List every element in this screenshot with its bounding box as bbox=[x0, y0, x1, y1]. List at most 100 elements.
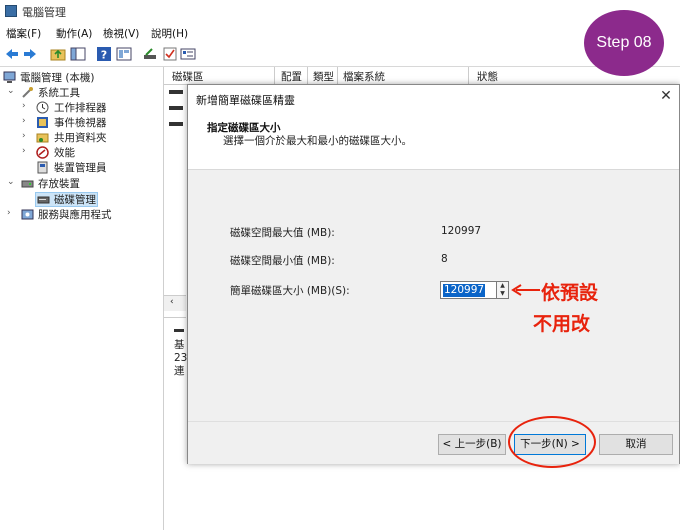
help-icon[interactable]: ? bbox=[96, 46, 112, 62]
tree-item-label: 共用資料夾 bbox=[54, 132, 107, 144]
properties-icon[interactable] bbox=[116, 46, 132, 62]
column-separator bbox=[468, 67, 469, 84]
connect-icon[interactable] bbox=[142, 46, 158, 62]
disk-row-icon[interactable] bbox=[169, 90, 183, 94]
event-log-icon bbox=[37, 117, 48, 128]
tree-item-label: 工作排程器 bbox=[54, 102, 107, 114]
expand-chevron-icon[interactable]: ⌄ bbox=[7, 177, 15, 187]
tree-item-system-tools[interactable]: ⌄ 系統工具 bbox=[7, 85, 157, 100]
column-header-type[interactable]: 類型 bbox=[313, 69, 334, 83]
column-separator bbox=[307, 67, 308, 84]
computer-icon bbox=[3, 71, 16, 83]
forward-arrow-icon[interactable] bbox=[22, 46, 38, 62]
collapsed-chevron-icon[interactable]: › bbox=[22, 116, 26, 126]
tree-item-label: 服務與應用程式 bbox=[38, 209, 112, 221]
tree-item-device-manager[interactable]: 裝置管理員 bbox=[22, 160, 162, 175]
volume-size-input[interactable]: 120997 bbox=[440, 281, 497, 299]
tree-item-performance[interactable]: › 效能 bbox=[22, 145, 162, 160]
cancel-button[interactable]: 取消 bbox=[599, 434, 673, 455]
tree-item-label: 存放裝置 bbox=[38, 178, 80, 190]
new-simple-volume-wizard: 新增簡單磁碟區精靈 ✕ 指定磁碟區大小 選擇一個介於最大和最小的磁碟區大小。 磁… bbox=[187, 84, 680, 464]
list-view-icon[interactable] bbox=[180, 46, 196, 62]
volume-size-spinner[interactable]: ▲ ▼ bbox=[497, 281, 509, 299]
tree-item-shared-folders[interactable]: › 共用資料夾 bbox=[22, 130, 162, 145]
wizard-subheading: 選擇一個介於最大和最小的磁碟區大小。 bbox=[223, 135, 412, 147]
spin-up-icon[interactable]: ▲ bbox=[497, 282, 508, 290]
close-icon[interactable]: ✕ bbox=[658, 88, 674, 104]
horizontal-scrollbar[interactable]: ‹ bbox=[164, 295, 186, 311]
menu-file[interactable]: 檔案(F) bbox=[6, 26, 41, 41]
spin-down-icon[interactable]: ▼ bbox=[497, 290, 508, 298]
min-size-label: 磁碟空間最小值 (MB): bbox=[230, 255, 335, 267]
tools-icon bbox=[22, 87, 33, 98]
services-icon bbox=[21, 209, 34, 220]
wizard-body: 磁碟空間最大值 (MB): 120997 磁碟空間最小值 (MB): 8 簡單磁… bbox=[188, 170, 679, 421]
tree-item-computer-management[interactable]: 電腦管理 (本機) bbox=[3, 70, 163, 85]
volume-size-label: 簡單磁碟區大小 (MB)(S): bbox=[230, 285, 350, 297]
disk-info-line: 23 bbox=[174, 352, 188, 364]
tree-item-label: 事件檢視器 bbox=[54, 117, 107, 129]
clock-icon bbox=[36, 101, 49, 114]
column-separator bbox=[274, 67, 275, 84]
back-button[interactable]: < 上一步(B) bbox=[438, 434, 506, 455]
tree-item-task-scheduler[interactable]: › 工作排程器 bbox=[22, 100, 162, 115]
shared-folder-icon bbox=[36, 133, 49, 143]
disk-row-icon[interactable] bbox=[169, 106, 183, 110]
tree-item-label: 電腦管理 (本機) bbox=[20, 72, 95, 84]
navigation-tree: 電腦管理 (本機) ⌄ 系統工具 › 工作排程器 › 事件檢視器 › 共用資料夾… bbox=[0, 67, 164, 530]
show-hide-tree-icon[interactable] bbox=[70, 46, 86, 62]
tree-item-storage[interactable]: ⌄ 存放裝置 bbox=[7, 176, 157, 191]
annotation-line: 不用改 bbox=[533, 313, 591, 335]
column-header-status[interactable]: 狀態 bbox=[477, 69, 498, 83]
tree-item-label: 效能 bbox=[54, 147, 75, 159]
column-header-layout[interactable]: 配置 bbox=[281, 69, 302, 83]
collapsed-chevron-icon[interactable]: › bbox=[22, 131, 26, 141]
menu-view[interactable]: 檢視(V) bbox=[103, 26, 139, 41]
computer-management-icon bbox=[5, 5, 17, 17]
device-manager-icon bbox=[37, 161, 48, 174]
storage-icon bbox=[21, 180, 34, 188]
next-button-highlight-circle bbox=[508, 416, 596, 468]
wizard-footer: < 上一步(B) 下一步(N) > 取消 bbox=[188, 421, 679, 464]
wizard-title: 新增簡單磁碟區精靈 bbox=[196, 94, 295, 107]
collapsed-chevron-icon[interactable]: › bbox=[22, 146, 26, 156]
max-size-value: 120997 bbox=[441, 225, 482, 237]
disk-row-icon[interactable] bbox=[169, 122, 183, 126]
check-list-icon[interactable] bbox=[162, 46, 178, 62]
tree-item-label: 磁碟管理 bbox=[54, 194, 96, 206]
collapsed-chevron-icon[interactable]: › bbox=[22, 101, 26, 111]
min-size-value: 8 bbox=[441, 253, 448, 265]
tree-item-services[interactable]: › 服務與應用程式 bbox=[7, 207, 157, 222]
max-size-label: 磁碟空間最大值 (MB): bbox=[230, 227, 335, 239]
disk-icon bbox=[174, 329, 184, 332]
toolbar: ? bbox=[0, 42, 680, 67]
collapsed-chevron-icon[interactable]: › bbox=[7, 208, 11, 218]
tree-item-label: 裝置管理員 bbox=[54, 162, 107, 174]
tree-item-label: 系統工具 bbox=[38, 87, 80, 99]
scroll-left-icon[interactable]: ‹ bbox=[170, 297, 174, 307]
back-arrow-icon[interactable] bbox=[4, 46, 20, 62]
tree-item-event-viewer[interactable]: › 事件檢視器 bbox=[22, 115, 162, 130]
column-header-volume[interactable]: 磁碟區 bbox=[172, 69, 204, 83]
window-title: 電腦管理 bbox=[22, 6, 66, 19]
tree-item-disk-management[interactable]: 磁碟管理 bbox=[35, 192, 98, 207]
annotation-arrow-icon bbox=[511, 284, 540, 296]
disk-info: 基 23 連 bbox=[174, 339, 187, 378]
disk-info-line: 連 bbox=[174, 365, 185, 377]
wizard-header: 指定磁碟區大小 選擇一個介於最大和最小的磁碟區大小。 bbox=[188, 112, 679, 170]
svg-text:?: ? bbox=[101, 49, 107, 62]
annotation-note: 依預設 不用改 bbox=[533, 278, 599, 340]
disk-icon bbox=[37, 196, 50, 204]
title-bar: 電腦管理 bbox=[0, 0, 680, 22]
up-folder-icon[interactable] bbox=[50, 46, 66, 62]
annotation-line: 依預設 bbox=[541, 282, 599, 304]
column-header-file-system[interactable]: 檔案系統 bbox=[343, 69, 385, 83]
expand-chevron-icon[interactable]: ⌄ bbox=[7, 86, 15, 96]
column-separator bbox=[337, 67, 338, 84]
step-badge: Step 08 bbox=[584, 10, 664, 76]
menu-bar: 檔案(F) 動作(A) 檢視(V) 說明(H) bbox=[0, 23, 680, 41]
menu-help[interactable]: 說明(H) bbox=[151, 26, 188, 41]
menu-action[interactable]: 動作(A) bbox=[56, 26, 92, 41]
performance-icon bbox=[36, 146, 49, 159]
volume-size-value: 120997 bbox=[443, 284, 486, 297]
